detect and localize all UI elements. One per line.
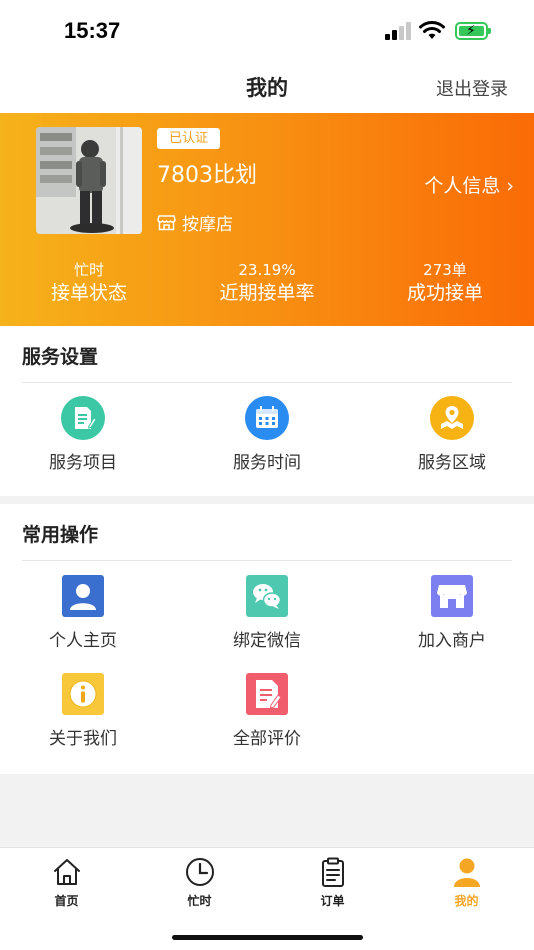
service-settings-section: 服务设置 服务项目 服务时间 服务区域 <box>0 326 534 496</box>
section-title: 服务设置 <box>22 346 99 368</box>
stat-value: 23.19% <box>238 261 296 279</box>
service-area-label: 服务区域 <box>418 453 486 473</box>
service-time-button[interactable]: 服务时间 <box>178 396 356 473</box>
section-title: 常用操作 <box>22 524 99 546</box>
avatar[interactable] <box>36 127 142 234</box>
reviews-icon <box>246 673 288 715</box>
info-icon <box>62 673 104 715</box>
navigation-bar: 我的 退出登录 <box>0 60 534 113</box>
tab-label: 忙时 <box>187 894 212 908</box>
stat-label: 接单状态 <box>50 282 127 304</box>
shop-type-label: 按摩店 <box>182 214 233 235</box>
personal-info-link[interactable]: 个人信息 › <box>424 171 514 198</box>
stat-order-status[interactable]: 忙时 接单状态 <box>0 261 178 306</box>
clipboard-icon <box>321 857 344 887</box>
status-time: 15:37 <box>64 18 121 43</box>
stat-label: 成功接单 <box>406 282 483 304</box>
bind-wechat-button[interactable]: 绑定微信 <box>178 574 356 651</box>
common-operations-section: 常用操作 个人主页 绑定微信 加入商户 关于我们 全部评价 <box>0 504 534 774</box>
shop-name: 7803比划 <box>157 163 257 188</box>
map-location-icon <box>430 396 474 440</box>
clock-icon <box>185 858 214 886</box>
service-time-label: 服务时间 <box>233 453 301 473</box>
all-reviews-button[interactable]: 全部评价 <box>178 672 356 749</box>
tab-home[interactable]: 首页 <box>0 856 133 909</box>
shop-type: 按摩店 <box>157 210 233 235</box>
battery-icon: ⚡ <box>455 22 491 40</box>
tab-mine[interactable]: 我的 <box>400 856 533 909</box>
tab-busy[interactable]: 忙时 <box>133 856 266 909</box>
person-icon <box>453 858 480 887</box>
verified-badge: 已认证 <box>157 128 221 149</box>
divider <box>22 560 512 561</box>
personal-homepage-label: 个人主页 <box>49 631 117 651</box>
tab-label: 首页 <box>54 894 79 908</box>
avatar-photo <box>36 127 142 234</box>
home-icon <box>53 859 80 885</box>
join-merchant-label: 加入商户 <box>418 631 486 651</box>
service-items-label: 服务项目 <box>49 453 117 473</box>
all-reviews-label: 全部评价 <box>233 729 301 749</box>
service-area-button[interactable]: 服务区域 <box>363 396 534 473</box>
wifi-icon <box>419 21 445 39</box>
tab-label: 我的 <box>454 894 479 908</box>
tab-label: 订单 <box>320 894 345 908</box>
service-items-icon <box>61 396 105 440</box>
stat-value: 273单 <box>423 261 467 279</box>
profile-header: 已认证 7803比划 个人信息 › 按摩店 忙时 接单状态 23.19% 近期接… <box>0 113 534 326</box>
status-bar: 15:37 ⚡ <box>0 0 534 60</box>
wechat-icon <box>246 575 288 617</box>
about-us-label: 关于我们 <box>49 729 117 749</box>
cellular-signal-icon <box>385 22 411 40</box>
stat-value: 忙时 <box>73 261 104 279</box>
about-us-button[interactable]: 关于我们 <box>0 672 172 749</box>
stat-successful-orders: 273单 成功接单 <box>356 261 534 306</box>
personal-homepage-button[interactable]: 个人主页 <box>0 574 172 651</box>
service-items-button[interactable]: 服务项目 <box>0 396 172 473</box>
logout-button[interactable]: 退出登录 <box>436 75 508 101</box>
storefront-icon <box>157 214 176 230</box>
store-icon <box>431 575 473 617</box>
stat-acceptance-rate: 23.19% 近期接单率 <box>178 261 356 306</box>
join-merchant-button[interactable]: 加入商户 <box>363 574 534 651</box>
calendar-icon <box>245 396 289 440</box>
stat-label: 近期接单率 <box>219 282 315 304</box>
tab-orders[interactable]: 订单 <box>266 856 399 909</box>
stats-row: 忙时 接单状态 23.19% 近期接单率 273单 成功接单 <box>0 261 534 311</box>
home-indicator[interactable] <box>172 935 363 940</box>
bind-wechat-label: 绑定微信 <box>233 631 301 651</box>
user-profile-icon <box>62 575 104 617</box>
divider <box>22 382 512 383</box>
